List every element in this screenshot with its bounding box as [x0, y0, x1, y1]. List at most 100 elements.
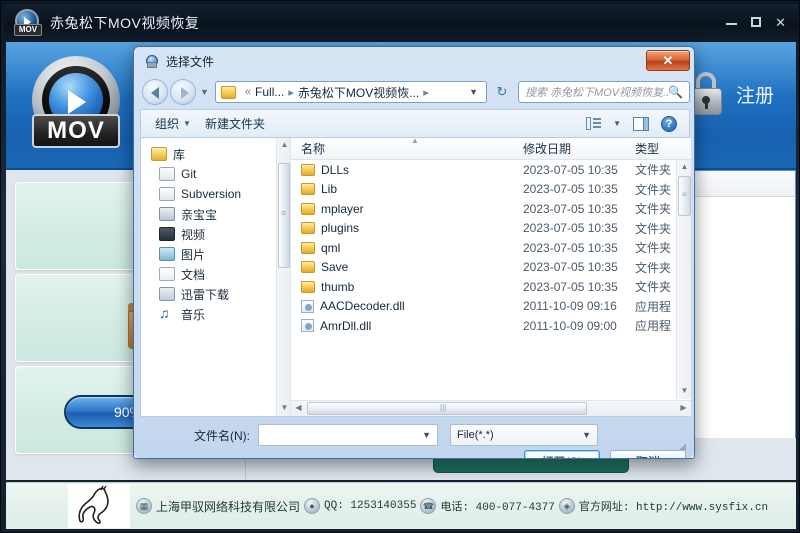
history-caret-icon[interactable]: ▼ [200, 87, 209, 97]
folder-icon [301, 183, 315, 196]
scroll-down-icon[interactable]: ▼ [279, 403, 290, 414]
dialog-titlebar: 选择文件 ✕ [134, 47, 694, 75]
sidebar-item-subversion[interactable]: Subversion [141, 184, 290, 204]
table-row[interactable]: thumb 2023-07-05 10:35 文件夹 [291, 277, 691, 297]
dll-file-icon [301, 319, 314, 333]
sidebar-item-git[interactable]: Git [141, 164, 290, 184]
sidebar-item-label: 图片 [181, 247, 206, 262]
folder-icon [301, 241, 315, 254]
footer-phone-label: 电话: 400-077-4377 [440, 502, 555, 514]
dialog-close-button[interactable]: ✕ [646, 50, 690, 71]
file-name-cell: Save [291, 260, 523, 274]
picture-icon [159, 247, 175, 261]
address-bar[interactable]: « Full... ▸ 赤兔松下MOV视频恢... ▸ ▼ [214, 81, 487, 103]
scroll-left-icon[interactable]: ◀ [293, 403, 304, 414]
table-row[interactable]: plugins 2023-07-05 10:35 文件夹 [291, 219, 691, 239]
sidebar-item-library[interactable]: 库 [141, 144, 290, 164]
scroll-down-icon[interactable]: ▼ [679, 386, 690, 397]
dialog-frame: 选择文件 ✕ ▼ « Full... ▸ 赤兔松下MOV视频恢... ▸ ▼ ↻… [134, 47, 694, 458]
column-header-type[interactable]: 类型 [635, 140, 675, 157]
scrollbar-thumb[interactable] [307, 402, 587, 415]
company-horse-logo [68, 484, 130, 528]
resize-grip-icon[interactable]: ◢ [679, 441, 686, 452]
sidebar-item-documents[interactable]: 文档 [141, 264, 290, 284]
file-type-cell: 文件夹 [635, 163, 672, 178]
table-row[interactable]: Save 2023-07-05 10:35 文件夹 [291, 258, 691, 278]
file-name-cell: AACDecoder.dll [291, 299, 523, 313]
refresh-icon[interactable]: ↻ [490, 81, 514, 103]
file-date-cell: 2023-07-05 10:35 [523, 260, 618, 275]
chevron-down-icon: ▼ [582, 430, 591, 440]
new-folder-label: 新建文件夹 [204, 117, 265, 131]
forward-button[interactable] [170, 79, 196, 105]
select-file-dialog: 选择文件 ✕ ▼ « Full... ▸ 赤兔松下MOV视频恢... ▸ ▼ ↻… [133, 46, 695, 459]
app-logo-icon: MOV [14, 9, 42, 37]
sidebar-item-qinbaobao[interactable]: 亲宝宝 [141, 204, 290, 224]
breadcrumb-segment-1[interactable]: Full... [255, 85, 284, 99]
close-button[interactable]: ✕ [775, 16, 786, 29]
table-row[interactable]: Lib 2023-07-05 10:35 文件夹 [291, 180, 691, 200]
app-icon [159, 207, 175, 221]
search-box[interactable]: 搜索 赤兔松下MOV视频恢复... 🔍 [518, 81, 690, 103]
sidebar-item-music[interactable]: ♫ 音乐 [141, 304, 290, 324]
dll-file-icon [301, 299, 314, 313]
footer-qq: ● QQ: 1253140355 [304, 498, 416, 514]
scrollbar-thumb[interactable] [678, 176, 691, 216]
chevron-down-icon[interactable]: ▼ [422, 430, 431, 440]
scroll-up-icon[interactable]: ▲ [679, 162, 690, 173]
file-type-cell: 文件夹 [635, 241, 672, 256]
view-mode-icon[interactable] [586, 117, 602, 130]
breadcrumb-separator-2[interactable]: ▸ [423, 86, 429, 99]
file-list-vertical-scrollbar[interactable]: ▲ ▼ [676, 160, 691, 399]
table-row[interactable]: AmrDll.dll 2011-10-09 09:00 应用程 [291, 316, 691, 336]
table-row[interactable]: qml 2023-07-05 10:35 文件夹 [291, 238, 691, 258]
scroll-right-icon[interactable]: ▶ [678, 403, 689, 414]
dialog-navigation-bar: ▼ « Full... ▸ 赤兔松下MOV视频恢... ▸ ▼ ↻ 搜索 赤兔松… [140, 75, 690, 109]
git-icon [159, 167, 175, 181]
places-scrollbar[interactable]: ▲ ▼ [276, 138, 290, 416]
new-folder-button[interactable]: 新建文件夹 [205, 115, 265, 132]
open-button[interactable]: 打开(O) [524, 450, 600, 458]
filetype-select[interactable]: File(*.*) ▼ [450, 424, 598, 446]
column-header-name[interactable]: 名称 ▲ [291, 136, 523, 157]
breadcrumb-chevron-left[interactable]: « [245, 86, 251, 98]
column-header-date[interactable]: 修改日期 [523, 140, 635, 157]
table-row[interactable]: DLLs 2023-07-05 10:35 文件夹 [291, 160, 691, 180]
table-row[interactable]: mplayer 2023-07-05 10:35 文件夹 [291, 199, 691, 219]
folder-icon [301, 163, 315, 176]
scroll-up-icon[interactable]: ▲ [279, 140, 290, 151]
organize-menu[interactable]: 组织 ▼ [155, 115, 191, 132]
file-name-cell: Lib [291, 182, 523, 196]
file-name-label: DLLs [321, 162, 350, 177]
file-name-label: plugins [321, 221, 360, 236]
app-title: 赤兔松下MOV视频恢复 [50, 15, 200, 31]
sidebar-item-videos[interactable]: 视频 [141, 224, 290, 244]
address-caret-icon[interactable]: ▼ [461, 87, 486, 97]
app-titlebar: MOV 赤兔松下MOV视频恢复 ✕ [4, 4, 798, 42]
chevron-down-icon: ▼ [183, 119, 191, 128]
file-name-cell: DLLs [291, 163, 523, 177]
qq-icon: ● [304, 498, 321, 514]
preview-pane-icon[interactable] [633, 116, 649, 131]
sidebar-item-label: Git [181, 167, 197, 181]
table-row[interactable]: AACDecoder.dll 2011-10-09 09:16 应用程 [291, 297, 691, 317]
back-button[interactable] [142, 79, 168, 105]
help-icon[interactable]: ? [661, 115, 677, 132]
file-date-cell: 2011-10-09 09:00 [523, 318, 617, 333]
cancel-button[interactable]: 取消 [610, 450, 686, 458]
maximize-button[interactable] [751, 16, 762, 29]
sidebar-item-xunlei-download[interactable]: 迅雷下载 [141, 284, 290, 304]
file-name-label: thumb [321, 279, 355, 294]
view-chevron-down-icon[interactable]: ▼ [613, 119, 621, 128]
minimize-button[interactable] [726, 16, 738, 29]
scrollbar-thumb[interactable] [278, 163, 290, 268]
register-button[interactable]: 注册 [688, 72, 774, 116]
footer-website: ◈ 官方网址: http://www.sysfix.cn [558, 498, 768, 514]
file-name-label: Lib [321, 182, 338, 197]
file-name-cell: AmrDll.dll [291, 319, 523, 333]
building-icon: ▦ [136, 498, 152, 514]
breadcrumb-segment-2[interactable]: 赤兔松下MOV视频恢... [298, 84, 419, 101]
filename-input[interactable]: ▼ [258, 424, 438, 446]
file-list-horizontal-scrollbar[interactable]: ◀ ▶ [291, 400, 691, 416]
sidebar-item-pictures[interactable]: 图片 [141, 244, 290, 264]
